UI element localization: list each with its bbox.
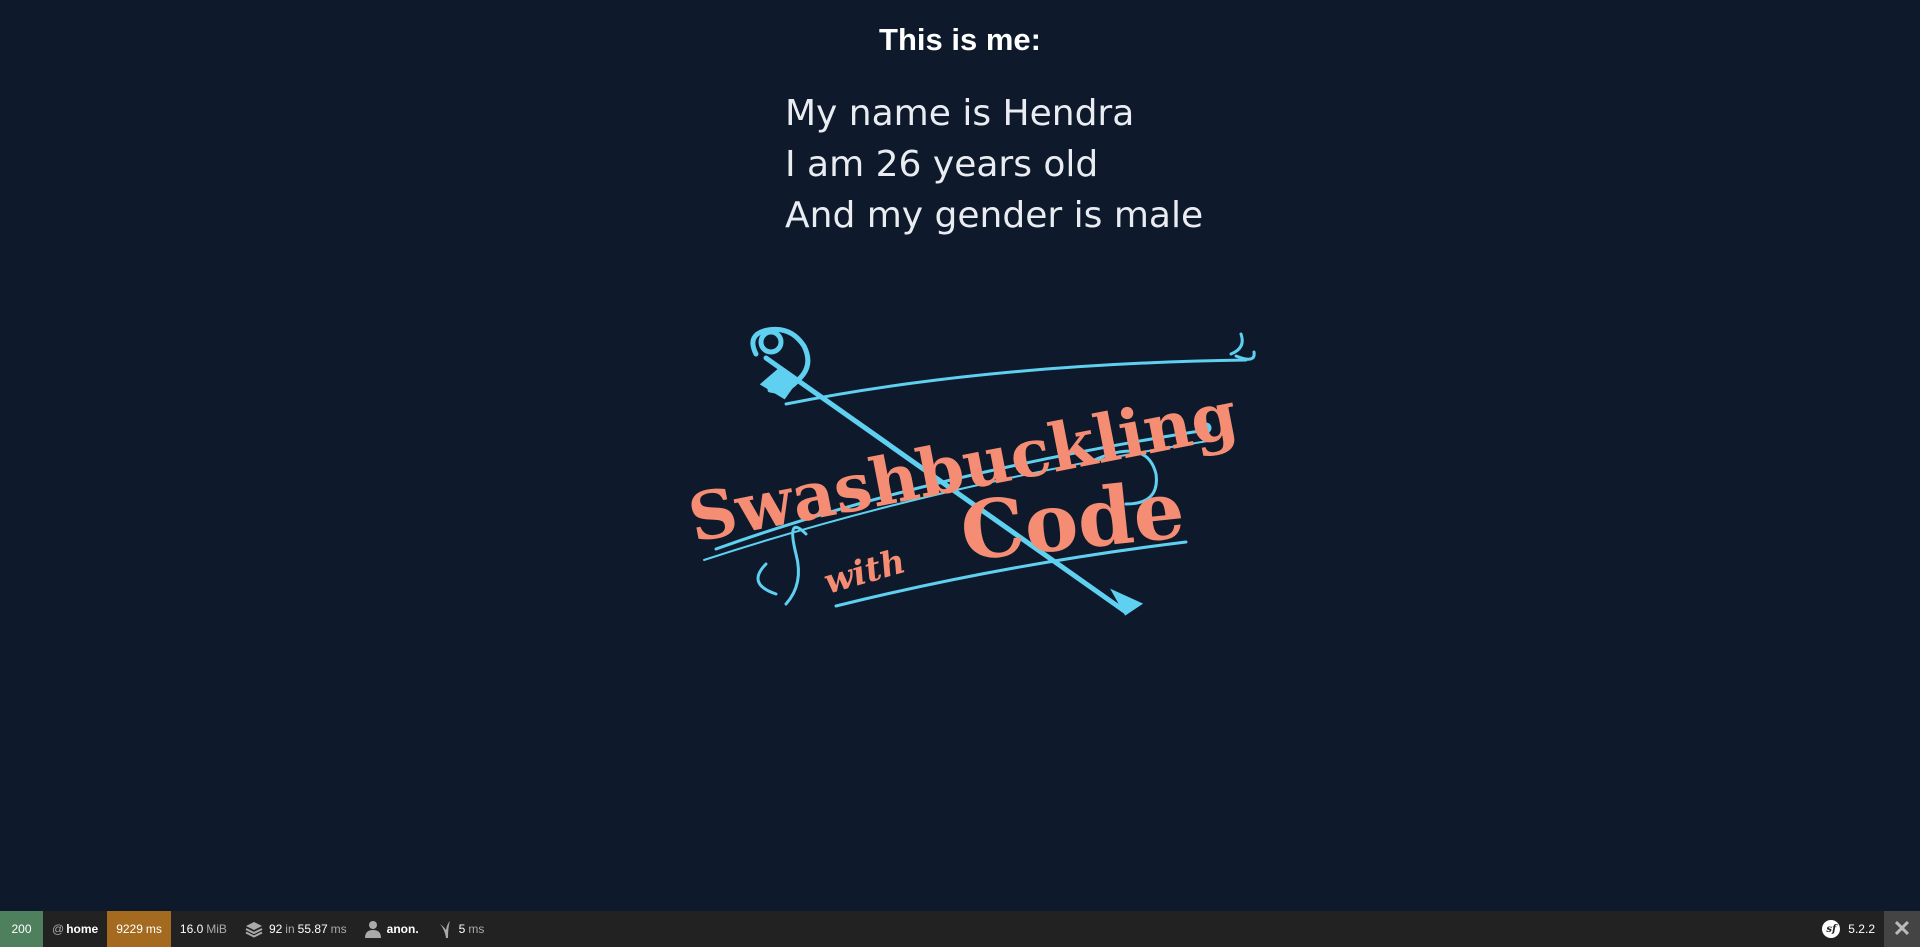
twig-icon — [437, 920, 453, 938]
memory-value: 16.0 — [179, 922, 204, 936]
close-toolbar-button[interactable]: ✕ — [1884, 911, 1920, 947]
memory-item[interactable]: 16.0 MiB — [171, 911, 236, 947]
page: This is me: My name is Hendra I am 26 ye… — [0, 0, 1920, 947]
info-age-line: I am 26 years old — [785, 144, 1099, 185]
user-name: anon. — [386, 922, 419, 936]
debug-toolbar: 200 @ home 9229 ms 16.0 MiB 92 in 55.87 — [0, 911, 1920, 947]
twig-time: 5 — [458, 922, 466, 936]
logo-word-with: with — [819, 541, 909, 602]
close-icon: ✕ — [1892, 916, 1912, 941]
route-item[interactable]: @ home — [43, 911, 107, 947]
time-item[interactable]: 9229 ms — [107, 911, 171, 947]
symfony-logo-icon: sf — [1822, 920, 1841, 938]
route-prefix: @ — [52, 922, 65, 936]
cache-item[interactable]: 92 in 55.87 ms — [236, 911, 356, 947]
time-unit: ms — [145, 922, 162, 936]
page-title: This is me: — [879, 22, 1041, 57]
symfony-version: 5.2.2 — [1848, 922, 1875, 936]
cache-time: 55.87 — [297, 922, 328, 936]
status-code: 200 — [11, 922, 32, 936]
symfony-version-item[interactable]: sf 5.2.2 — [1813, 911, 1884, 947]
status-code-badge[interactable]: 200 — [0, 911, 43, 947]
memory-unit: MiB — [206, 922, 227, 936]
cache-in-label: in — [285, 922, 295, 936]
swashbuckling-logo: Swashbuckling with Code — [686, 326, 1256, 616]
user-icon — [364, 920, 381, 938]
time-value: 9229 — [116, 922, 143, 936]
cache-count: 92 — [268, 922, 283, 936]
info-block: My name is Hendra I am 26 years old And … — [785, 88, 1203, 241]
cache-unit: ms — [330, 922, 347, 936]
twig-unit: ms — [468, 922, 485, 936]
twig-item[interactable]: 5 ms — [428, 911, 494, 947]
user-item[interactable]: anon. — [356, 911, 428, 947]
info-name-line: My name is Hendra — [785, 93, 1135, 134]
layers-icon — [245, 920, 263, 938]
route-name: home — [66, 922, 99, 936]
info-gender-line: And my gender is male — [785, 195, 1204, 236]
